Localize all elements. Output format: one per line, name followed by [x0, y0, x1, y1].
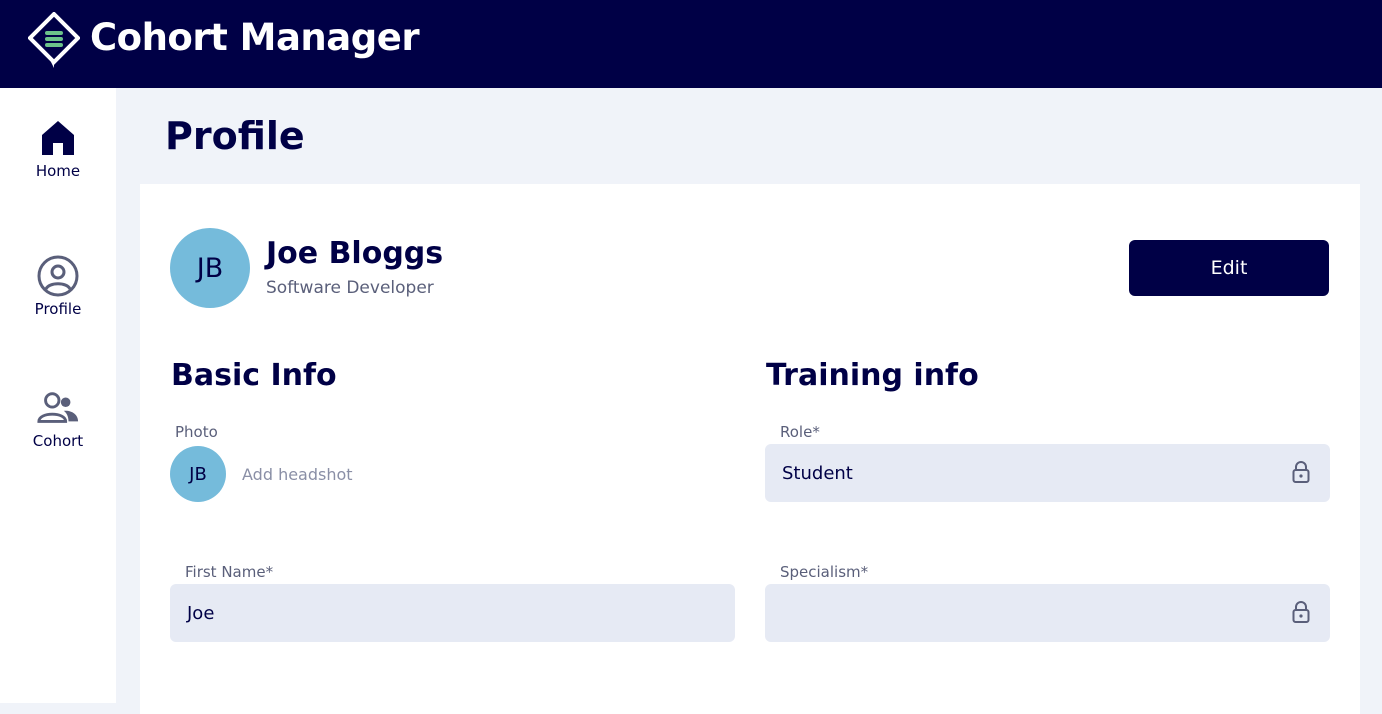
home-icon: [36, 116, 80, 160]
lock-icon: [1292, 461, 1310, 483]
first-name-value: Joe: [187, 602, 215, 624]
role-label: Role*: [780, 423, 820, 441]
specialism-label: Specialism*: [780, 563, 869, 581]
basic-info-heading: Basic Info: [171, 358, 337, 393]
role-field: Student: [765, 444, 1330, 502]
first-name-field[interactable]: Joe: [170, 584, 735, 642]
sidebar-item-label: Cohort: [32, 432, 84, 450]
app-title: Cohort Manager: [90, 16, 420, 59]
specialism-field: [765, 584, 1330, 642]
sidebar-item-label: Profile: [34, 300, 82, 318]
user-job-title: Software Developer: [266, 278, 434, 298]
sidebar-item-label: Home: [35, 162, 81, 180]
photo-label: Photo: [175, 423, 218, 441]
photo-avatar: JB: [170, 446, 226, 502]
top-bar: Cohort Manager: [0, 0, 1382, 88]
training-info-heading: Training info: [766, 358, 979, 393]
user-circle-icon: [36, 254, 80, 298]
edit-button[interactable]: Edit: [1129, 240, 1329, 296]
role-value: Student: [782, 462, 853, 484]
add-headshot-link[interactable]: Add headshot: [242, 465, 353, 484]
sidebar: Home Profile Cohort: [0, 88, 116, 703]
sidebar-item-profile[interactable]: Profile: [0, 254, 116, 318]
users-icon: [36, 386, 80, 430]
lock-icon: [1292, 601, 1310, 623]
cohort-manager-logo-icon[interactable]: [28, 12, 80, 68]
user-name: Joe Bloggs: [266, 236, 444, 271]
profile-card: JB Joe Bloggs Software Developer Edit Ba…: [140, 184, 1360, 714]
first-name-label: First Name*: [185, 563, 274, 581]
sidebar-item-home[interactable]: Home: [0, 116, 116, 180]
avatar: JB: [170, 228, 250, 308]
sidebar-item-cohort[interactable]: Cohort: [0, 386, 116, 450]
page-title: Profile: [165, 114, 305, 158]
